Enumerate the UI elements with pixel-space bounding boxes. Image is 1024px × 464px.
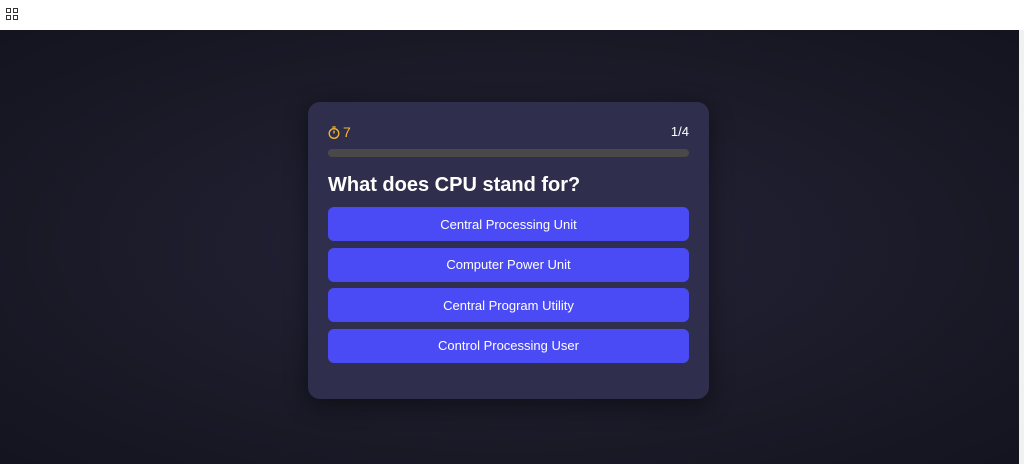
- answer-option-2[interactable]: Computer Power Unit: [328, 247, 689, 282]
- timer: 7: [328, 124, 351, 140]
- answer-option-1[interactable]: Central Processing Unit: [328, 207, 689, 241]
- scrollbar[interactable]: [1019, 30, 1024, 464]
- answer-option-4[interactable]: Control Processing User: [328, 328, 689, 363]
- answer-option-3[interactable]: Central Program Utility: [328, 288, 689, 322]
- stopwatch-icon: [328, 125, 340, 139]
- quiz-stage: 7 1/4 What does CPU stand for? Central P…: [0, 30, 1019, 464]
- progress-bar: [328, 149, 689, 157]
- grid-icon[interactable]: [6, 7, 18, 20]
- top-bar: [0, 0, 1024, 30]
- answer-options: Central Processing Unit Computer Power U…: [328, 207, 689, 369]
- quiz-card: 7 1/4 What does CPU stand for? Central P…: [308, 102, 709, 399]
- question-text: What does CPU stand for?: [328, 174, 581, 196]
- quiz-header: 7 1/4: [328, 124, 689, 140]
- timer-value: 7: [343, 124, 351, 140]
- question-counter: 1/4: [670, 124, 689, 139]
